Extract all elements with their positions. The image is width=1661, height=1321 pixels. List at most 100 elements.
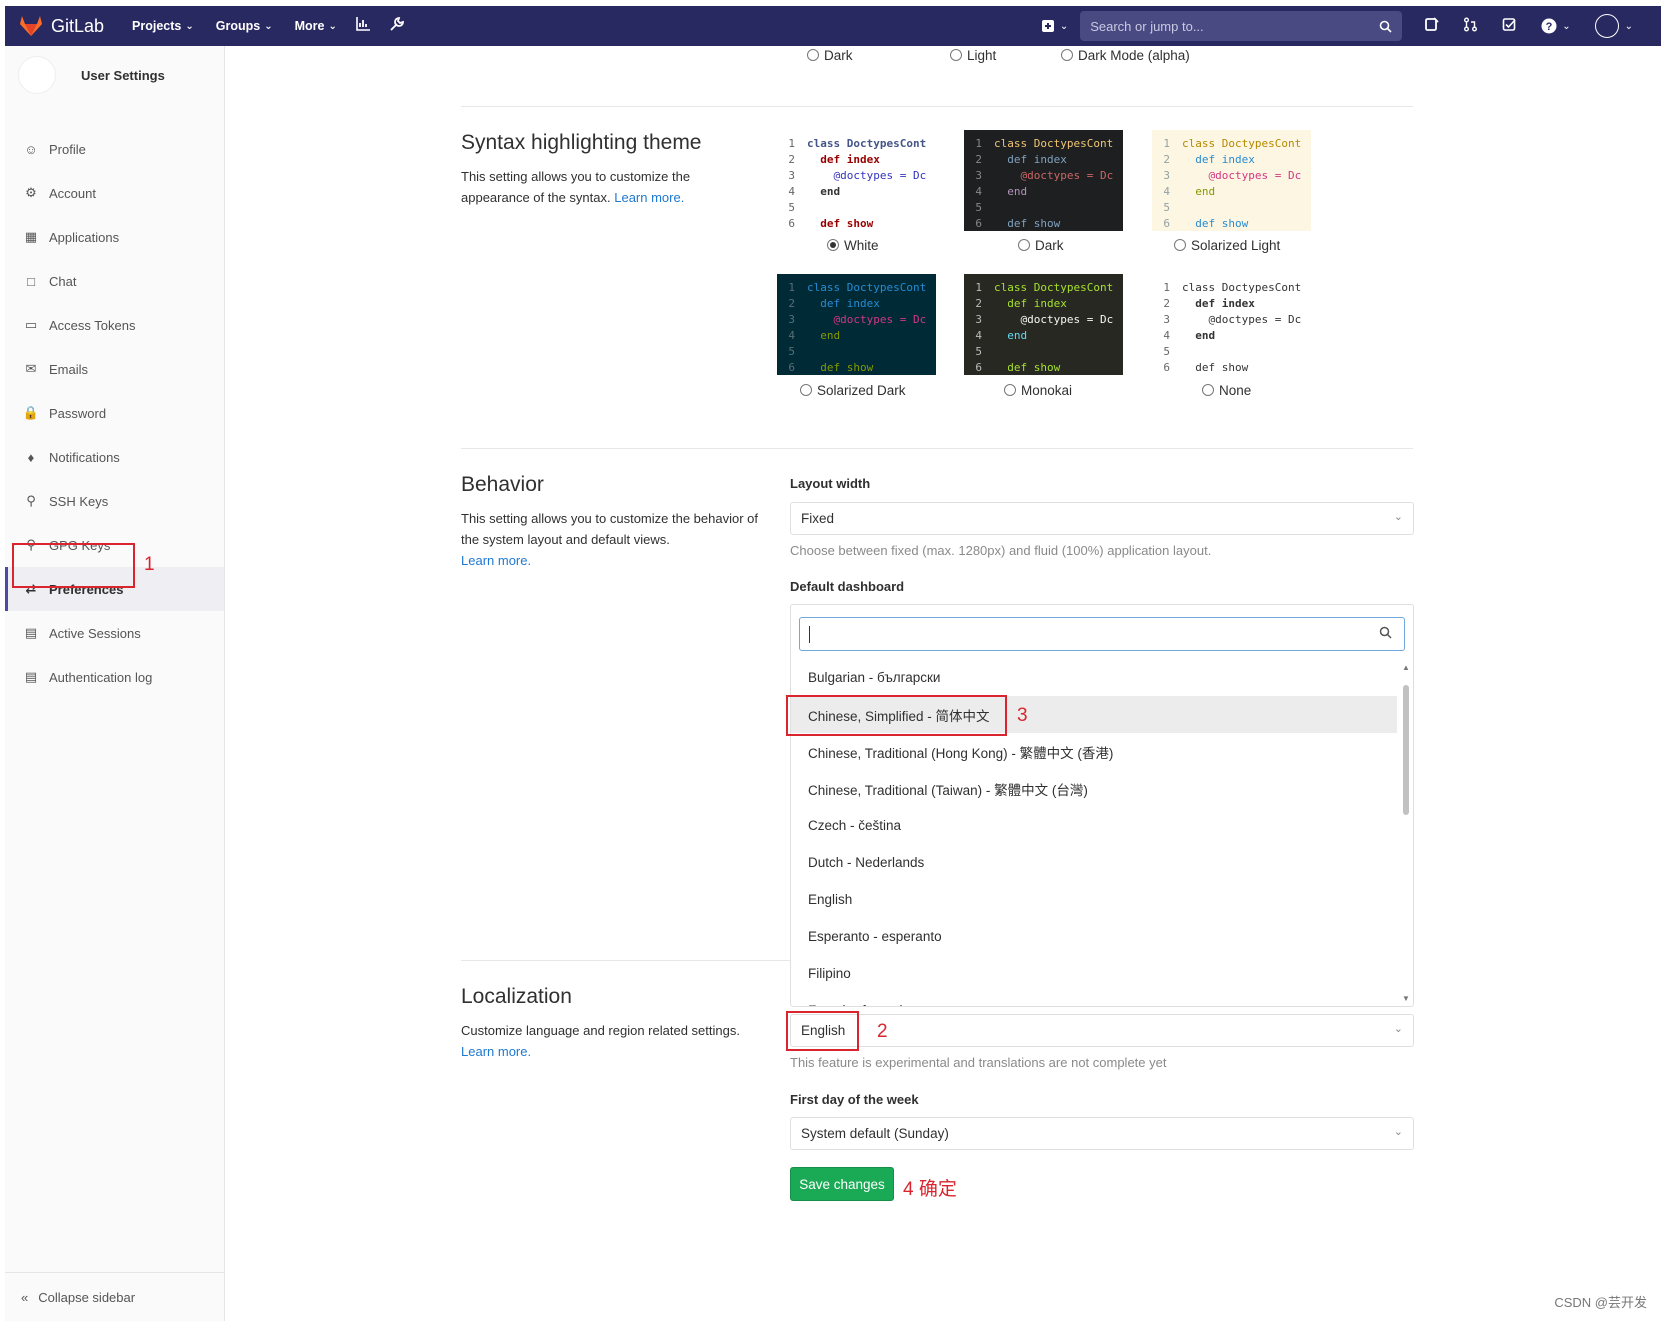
sidebar-item-chat[interactable]: □ Chat [5, 259, 224, 303]
sidebar-item-active-sessions[interactable]: ▤ Active Sessions [5, 611, 224, 655]
syntax-theme-monokai[interactable]: Monokai [1004, 383, 1072, 398]
code-row: 5 [1152, 200, 1311, 216]
syntax-theme-solarized-light[interactable]: Solarized Light [1174, 238, 1280, 253]
issues-icon[interactable] [1424, 16, 1439, 36]
plus-square-icon[interactable]: ⌄ [1041, 19, 1068, 33]
wrench-icon[interactable] [389, 16, 405, 36]
syntax-theme-none[interactable]: None [1202, 383, 1251, 398]
line-number: 5 [1163, 201, 1170, 214]
annotation-number-4: 4 确定 [903, 1179, 957, 1200]
behavior-learn-more-link[interactable]: Learn more. [461, 553, 531, 568]
dropdown-scrollbar[interactable]: ▲ ▼ [1402, 663, 1410, 1003]
nav-projects[interactable]: Projects ⌄ [132, 19, 194, 33]
chart-icon[interactable] [355, 16, 371, 36]
chevron-down-icon: ⌄ [328, 20, 337, 32]
gitlab-home-link[interactable]: GitLab [19, 15, 104, 37]
localization-learn-more-link[interactable]: Learn more. [461, 1044, 531, 1059]
sidebar-item-ssh-keys[interactable]: ⚲ SSH Keys [5, 479, 224, 523]
code-text: def index [807, 297, 880, 310]
line-number: 4 [1163, 329, 1170, 342]
language-option[interactable]: Dutch - Nederlands [791, 844, 1397, 881]
scrollbar-thumb[interactable] [1403, 685, 1409, 815]
code-row: 4 end [1152, 328, 1311, 344]
sidebar-item-profile[interactable]: ☺ Profile [5, 127, 224, 171]
nav-groups[interactable]: Groups ⌄ [216, 19, 273, 33]
gitlab-logo-icon [20, 16, 42, 36]
language-search-input[interactable] [799, 617, 1405, 651]
line-number: 2 [788, 153, 795, 166]
language-option[interactable]: Chinese, Traditional (Hong Kong) - 繁體中文 … [791, 733, 1397, 770]
syntax-preview-monokai[interactable]: 1 class DoctypesCont 2 def index 3 @docty… [964, 274, 1123, 375]
syntax-learn-more-link[interactable]: Learn more. [614, 190, 684, 205]
first-day-select[interactable]: System default (Sunday) ⌄ [790, 1117, 1414, 1150]
syntax-preview-white[interactable]: 1 class DoctypesCont 2 def index 3 @docty… [777, 130, 936, 231]
collapse-sidebar-button[interactable]: « Collapse sidebar [5, 1272, 224, 1321]
code-row: 3 @doctypes = Dc [777, 312, 936, 328]
todo-icon[interactable] [1502, 17, 1517, 36]
radio-icon [1174, 239, 1186, 252]
line-number: 3 [975, 169, 982, 182]
syntax-preview-dark[interactable]: 1 class DoctypesCont 2 def index 3 @docty… [964, 130, 1123, 231]
syntax-theme-dark-label: Dark [1035, 238, 1064, 253]
syntax-theme-white[interactable]: White [827, 238, 879, 253]
brand-name: GitLab [51, 15, 105, 36]
code-row: 6 def show [777, 216, 936, 231]
layout-width-help: Choose between fixed (max. 1280px) and f… [790, 543, 1212, 558]
merge-request-icon[interactable] [1463, 17, 1478, 36]
syntax-preview-none[interactable]: 1 class DoctypesCont 2 def index 3 @docty… [1152, 274, 1311, 375]
sidebar-item-label: Notifications [49, 449, 120, 465]
avatar[interactable] [18, 56, 56, 94]
save-changes-button[interactable]: Save changes [790, 1167, 894, 1201]
user-menu[interactable]: ⌄ [1583, 14, 1633, 38]
code-text: @doctypes = Dc [807, 313, 927, 326]
sidebar-item-authentication-log[interactable]: ▤ Authentication log [5, 655, 224, 699]
code-row: 3 @doctypes = Dc [964, 168, 1123, 184]
theme-mode-light[interactable]: Light [950, 48, 996, 63]
line-number: 1 [1163, 137, 1170, 150]
theme-mode-dark[interactable]: Dark [807, 48, 853, 63]
sidebar-item-emails[interactable]: ✉ Emails [5, 347, 224, 391]
line-number: 6 [975, 217, 982, 230]
code-row: 1 class DoctypesCont [777, 280, 936, 296]
profile-icon: ☺ [24, 141, 38, 157]
code-text: class DoctypesCont [807, 137, 927, 150]
syntax-theme-dark[interactable]: Dark [1018, 238, 1064, 253]
code-text: end [1182, 185, 1216, 198]
syntax-preview-solarized-light[interactable]: 1 class DoctypesCont 2 def index 3 @docty… [1152, 130, 1311, 231]
scroll-down-arrow-icon[interactable]: ▼ [1402, 994, 1410, 1003]
section-divider [461, 448, 1413, 449]
help-icon[interactable]: ? ⌄ [1541, 18, 1571, 34]
sidebar-item-account[interactable]: ⚙ Account [5, 171, 224, 215]
annotation-number-2: 2 [877, 1021, 888, 1042]
lock-icon: 🔒 [22, 405, 40, 420]
code-row: 4 end [777, 328, 936, 344]
sidebar-item-notifications[interactable]: ♦ Notifications [5, 435, 224, 479]
language-option[interactable]: Czech - čeština [791, 807, 1397, 844]
sidebar-item-applications[interactable]: ▦ Applications [5, 215, 224, 259]
language-option[interactable]: Esperanto - esperanto [791, 918, 1397, 955]
nav-more[interactable]: More ⌄ [295, 19, 337, 33]
syntax-preview-solarized-dark[interactable]: 1 class DoctypesCont 2 def index 3 @docty… [777, 274, 936, 375]
theme-mode-dark-alpha[interactable]: Dark Mode (alpha) [1061, 48, 1190, 63]
sidebar-item-label: Profile [49, 141, 86, 157]
code-text: def show [1182, 217, 1249, 230]
theme-mode-dark-label: Dark [824, 48, 853, 63]
code-text: @doctypes = Dc [1182, 169, 1302, 182]
chat-icon: □ [27, 273, 35, 289]
language-option[interactable]: Chinese, Traditional (Taiwan) - 繁體中文 (台灣… [791, 770, 1397, 807]
sidebar-item-password[interactable]: 🔒 Password [5, 391, 224, 435]
radio-icon [950, 49, 962, 62]
code-text: @doctypes = Dc [807, 169, 927, 182]
syntax-theme-none-label: None [1219, 383, 1252, 398]
code-text: end [807, 329, 841, 342]
syntax-theme-solarized-dark[interactable]: Solarized Dark [800, 383, 906, 398]
search-input[interactable]: Search or jump to... [1080, 11, 1403, 41]
sidebar-item-access-tokens[interactable]: ▭ Access Tokens [5, 303, 224, 347]
layout-width-select[interactable]: Fixed ⌄ [790, 502, 1414, 535]
scroll-up-arrow-icon[interactable]: ▲ [1402, 663, 1410, 672]
language-option[interactable]: Filipino [791, 955, 1397, 992]
code-text: def show [1182, 361, 1249, 374]
language-option[interactable]: Bulgarian - български [791, 659, 1397, 696]
language-option[interactable]: English [791, 881, 1397, 918]
language-option[interactable]: French - français [791, 992, 1397, 1006]
